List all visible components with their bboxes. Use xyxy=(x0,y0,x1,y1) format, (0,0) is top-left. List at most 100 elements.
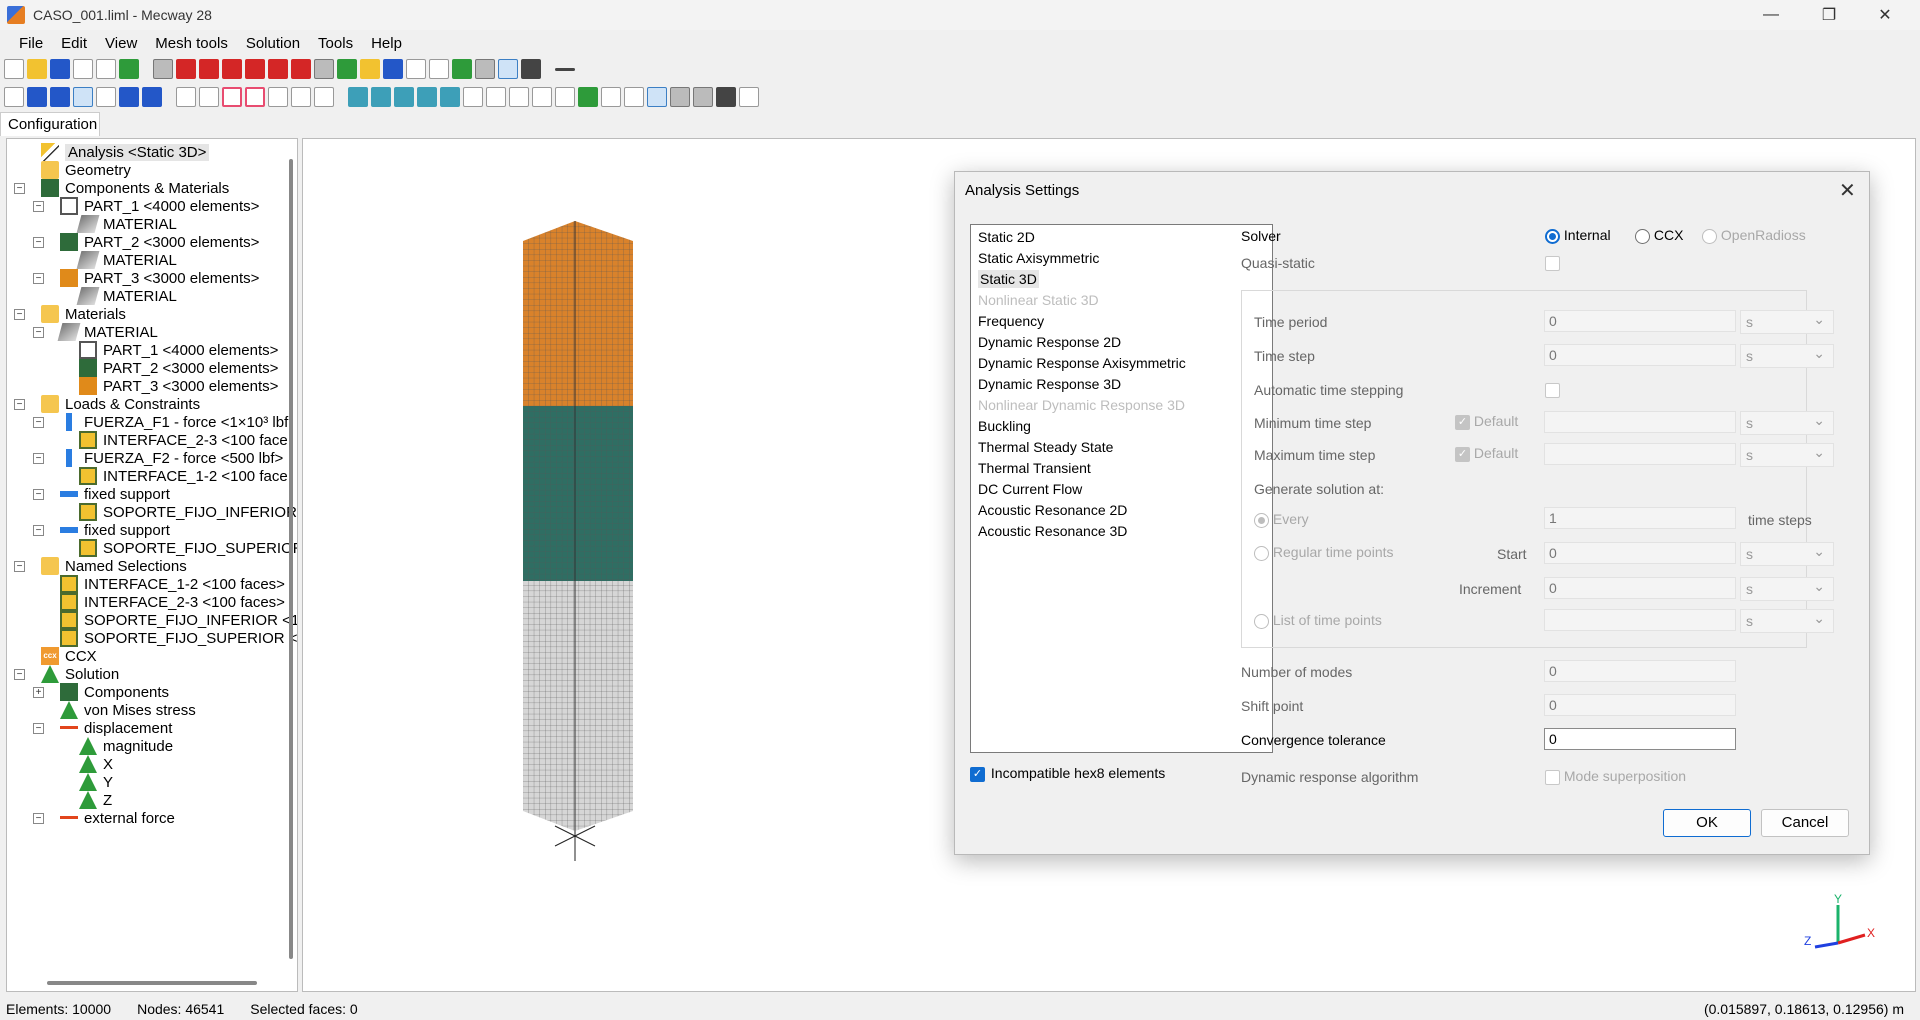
regular-time-points-radio[interactable]: Regular time points xyxy=(1254,544,1394,561)
min-time-step-default-checkbox[interactable]: ✓ Default xyxy=(1455,413,1518,430)
max-time-step-field[interactable] xyxy=(1544,443,1736,465)
checkbox-icon[interactable] xyxy=(1545,769,1560,785)
sweep-icon[interactable] xyxy=(486,87,506,107)
tree-expander-icon[interactable]: − xyxy=(14,669,25,680)
analysis-type-item[interactable]: Acoustic Resonance 3D xyxy=(971,521,1272,542)
tree-horizontal-scrollbar[interactable] xyxy=(47,981,257,985)
start-field[interactable]: 0 xyxy=(1544,542,1736,564)
tree-expander-icon[interactable]: − xyxy=(14,309,25,320)
refine-icon[interactable] xyxy=(555,87,575,107)
analysis-type-item[interactable]: Dynamic Response 3D xyxy=(971,374,1272,395)
radio-icon[interactable] xyxy=(1635,228,1650,244)
save-icon[interactable] xyxy=(50,59,70,79)
number-of-modes-field[interactable]: 0 xyxy=(1544,660,1736,682)
time-step-unit-select[interactable]: s xyxy=(1740,344,1834,368)
dialog-close-button[interactable]: ✕ xyxy=(1839,178,1856,203)
analysis-type-item[interactable]: Thermal Steady State xyxy=(971,437,1272,458)
tree-expander-icon[interactable]: − xyxy=(14,183,25,194)
rotate-nodes-icon[interactable] xyxy=(417,87,437,107)
menu-help[interactable]: Help xyxy=(362,35,411,52)
analysis-type-item[interactable]: Dynamic Response Axisymmetric xyxy=(971,353,1272,374)
select-smooth-icon[interactable] xyxy=(96,87,116,107)
quasi-static-checkbox[interactable] xyxy=(1545,256,1560,271)
checkbox-checked-icon[interactable]: ✓ xyxy=(970,766,985,782)
triangle-icon[interactable] xyxy=(601,87,621,107)
convergence-tolerance-field[interactable]: 0 xyxy=(1544,728,1736,750)
measure-icon[interactable] xyxy=(314,87,334,107)
time-step-field[interactable]: 0 xyxy=(1544,344,1736,366)
new-file-icon[interactable] xyxy=(4,59,24,79)
revolve-icon[interactable] xyxy=(463,87,483,107)
analysis-type-item[interactable]: Dynamic Response 2D xyxy=(971,332,1272,353)
tree-expander-icon[interactable]: − xyxy=(33,273,44,284)
shaded-edges-icon[interactable] xyxy=(475,59,495,79)
solver-ccx-radio[interactable]: CCX xyxy=(1635,227,1683,244)
view-right-icon[interactable] xyxy=(245,59,265,79)
analysis-type-item[interactable]: Thermal Transient xyxy=(971,458,1272,479)
auto-time-stepping-checkbox[interactable] xyxy=(1545,383,1560,398)
bend-icon[interactable] xyxy=(647,87,667,107)
min-time-step-unit-select[interactable]: s xyxy=(1740,411,1834,435)
analysis-type-item[interactable]: Frequency xyxy=(971,311,1272,332)
analysis-type-item[interactable]: Static 3D xyxy=(971,269,1272,290)
tree-expander-icon[interactable]: − xyxy=(33,417,44,428)
analysis-type-item[interactable]: DC Current Flow xyxy=(971,479,1272,500)
radio-icon[interactable] xyxy=(1702,228,1717,244)
view-back-icon[interactable] xyxy=(199,59,219,79)
tab-configuration[interactable]: Configuration xyxy=(0,112,100,136)
select-nodes-icon[interactable] xyxy=(4,87,24,107)
pan-icon[interactable] xyxy=(406,59,426,79)
zoom-icon[interactable] xyxy=(337,59,357,79)
split-icon[interactable] xyxy=(291,87,311,107)
shaded-icon[interactable] xyxy=(452,59,472,79)
maximize-button[interactable]: ❐ xyxy=(1806,0,1852,30)
select-faces-icon[interactable] xyxy=(27,87,47,107)
select-part-icon[interactable] xyxy=(142,87,162,107)
every-steps-field[interactable]: 1 xyxy=(1544,507,1736,529)
tree-expander-icon[interactable]: + xyxy=(33,687,44,698)
tree-expander-icon[interactable]: − xyxy=(14,561,25,572)
analysis-type-item[interactable]: Static Axisymmetric xyxy=(971,248,1272,269)
arc-icon[interactable] xyxy=(509,87,529,107)
explode-icon[interactable] xyxy=(176,87,196,107)
hide-icon[interactable] xyxy=(222,87,242,107)
shift-point-field[interactable]: 0 xyxy=(1544,694,1736,716)
mode-superposition-checkbox[interactable]: Mode superposition xyxy=(1545,768,1686,785)
mesh-display-icon[interactable] xyxy=(521,59,541,79)
mesh-model[interactable] xyxy=(517,221,647,1020)
tree-expander-icon[interactable]: − xyxy=(33,453,44,464)
menu-tools[interactable]: Tools xyxy=(309,35,362,52)
cancel-button[interactable]: Cancel xyxy=(1761,809,1849,837)
radio-selected-icon[interactable] xyxy=(1545,228,1560,244)
analysis-type-list[interactable]: Static 2D Static Axisymmetric Static 3D Non… xyxy=(970,224,1273,753)
branch-icon[interactable] xyxy=(532,87,552,107)
solver-openradioss-radio[interactable]: OpenRadioss xyxy=(1702,227,1806,244)
analysis-type-item[interactable]: Static 2D xyxy=(971,227,1272,248)
mirror-icon[interactable] xyxy=(371,87,391,107)
delete-icon[interactable] xyxy=(268,87,288,107)
list-time-points-field[interactable] xyxy=(1544,609,1736,631)
time-period-field[interactable]: 0 xyxy=(1544,310,1736,332)
solve-icon[interactable] xyxy=(119,59,139,79)
solver-internal-radio[interactable]: Internal xyxy=(1545,227,1611,244)
list-time-points-radio[interactable]: List of time points xyxy=(1254,612,1382,629)
select-elements-icon[interactable] xyxy=(50,87,70,107)
radio-icon[interactable] xyxy=(1254,613,1269,629)
fill-icon[interactable] xyxy=(716,87,736,107)
undo-icon[interactable] xyxy=(73,59,93,79)
max-time-step-default-checkbox[interactable]: ✓ Default xyxy=(1455,445,1518,462)
tree-expander-icon[interactable]: − xyxy=(33,237,44,248)
zoom-window-icon[interactable] xyxy=(360,59,380,79)
merge-icon[interactable] xyxy=(578,87,598,107)
tree-expander-icon[interactable]: − xyxy=(33,813,44,824)
rotate-icon[interactable] xyxy=(383,59,403,79)
time-period-unit-select[interactable]: s xyxy=(1740,310,1834,334)
checkbox-checked-icon[interactable]: ✓ xyxy=(1455,414,1470,430)
open-folder-icon[interactable] xyxy=(27,59,47,79)
tree-expander-icon[interactable]: − xyxy=(33,525,44,536)
zoom-fit-icon[interactable] xyxy=(314,59,334,79)
close-window-button[interactable]: ✕ xyxy=(1862,0,1908,30)
scale-icon[interactable] xyxy=(394,87,414,107)
view-bottom-icon[interactable] xyxy=(291,59,311,79)
solid-icon[interactable] xyxy=(693,87,713,107)
